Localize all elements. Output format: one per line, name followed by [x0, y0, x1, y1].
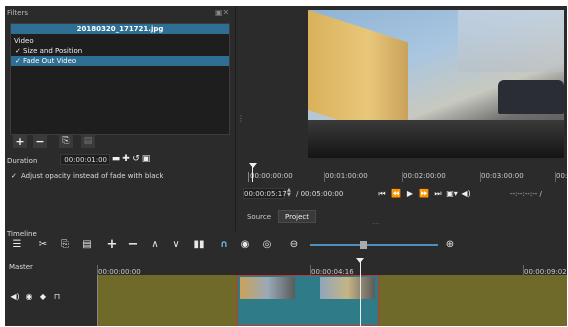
copy-icon[interactable]: ⎘	[58, 238, 72, 252]
ruler-label: 00:02:00:00	[403, 172, 446, 180]
mute-icon[interactable]: ◀)	[8, 292, 22, 302]
filters-panel: Filters ▣✕ 20180320_171721.jpg Video ✓ S…	[5, 6, 235, 231]
zoom-in-icon[interactable]: ⊕	[443, 238, 457, 252]
ruler-tick	[402, 172, 403, 182]
panel-divider[interactable]	[235, 6, 236, 231]
transport-controls: ⏮ ⏪ ▶ ⏩ ⏭ ▣▾ ◀)	[375, 188, 500, 200]
clip-thumbnail-image	[320, 277, 375, 299]
overwrite-icon[interactable]: ∨	[169, 238, 183, 252]
timeline-title: Timeline	[7, 230, 37, 238]
zoom-slider-handle[interactable]	[360, 241, 367, 249]
checkmark-icon[interactable]: ✓	[15, 47, 21, 55]
filter-list: 20180320_171721.jpg Video ✓ Size and Pos…	[10, 23, 230, 135]
ruler-label: 00:00:00:00	[250, 172, 293, 180]
video-track[interactable]	[97, 275, 567, 326]
lock-icon[interactable]: ⊓	[50, 292, 64, 302]
paste-filter-button[interactable]: ▤	[81, 135, 95, 148]
skip-to-end-icon[interactable]: ⏭	[431, 188, 445, 200]
zoom-slider[interactable]	[310, 244, 438, 246]
remove-filter-button[interactable]: −	[33, 135, 47, 148]
ruler-tick	[480, 172, 481, 182]
volume-icon[interactable]: ◀)	[459, 188, 473, 200]
filter-row[interactable]: ✓ Size and Position	[11, 46, 229, 56]
save-icon[interactable]: ▣	[141, 154, 151, 165]
ruler-tick	[248, 172, 249, 182]
rewind-icon[interactable]: ⏪	[389, 188, 403, 200]
play-icon[interactable]: ▶	[403, 188, 417, 200]
tab-source[interactable]: Source	[243, 211, 275, 223]
copy-filter-button[interactable]: ⎘	[59, 135, 73, 148]
ruler-tick	[555, 172, 556, 182]
cut-icon[interactable]: ✂	[36, 238, 50, 252]
tab-project[interactable]: Project	[278, 210, 316, 223]
dashboard-image	[308, 120, 564, 158]
ripple-icon[interactable]: ◎	[260, 238, 274, 252]
in-out-timecode: --:--:--:-- /	[510, 190, 542, 198]
timecode-spinner-icon[interactable]: ▲ ▼	[287, 188, 293, 199]
ruler-label: 00:03:00:00	[481, 172, 524, 180]
player-ruler[interactable]: 00:00:00:00 00:01:00:00 00:02:00:00 00:0…	[245, 163, 567, 186]
grid-toggle-icon[interactable]: ▣▾	[445, 188, 459, 200]
plus-icon[interactable]: ✚	[121, 154, 131, 165]
filter-label: Fade Out Video	[23, 57, 77, 65]
filters-panel-title: Filters	[7, 9, 28, 17]
duration-controls: ▬ ✚ ↺ ▣	[111, 154, 161, 165]
duration-label: Duration	[7, 157, 38, 165]
visibility-eye-icon[interactable]: ◉	[22, 292, 36, 302]
filter-category-label: Video	[14, 37, 34, 45]
menu-icon[interactable]: ☰	[10, 238, 24, 252]
track-header: ◀) ◉ ◆ ⊓	[5, 275, 97, 326]
ruler-label: 00:01:00:00	[325, 172, 368, 180]
checkmark-icon[interactable]: ✓	[15, 57, 21, 65]
snap-icon[interactable]: ∩	[217, 238, 231, 252]
ruler-tick	[310, 265, 311, 275]
track-header-master: Master	[9, 263, 33, 271]
zoom-out-icon[interactable]: ⊖	[287, 238, 301, 252]
current-timecode-field[interactable]: 00:00:05:17	[243, 188, 287, 199]
split-icon[interactable]: ▮▮	[192, 238, 206, 252]
splitter-handle[interactable]: ⋮	[237, 114, 245, 126]
ruler-tick	[97, 265, 98, 275]
shotcut-window: Filters ▣✕ 20180320_171721.jpg Video ✓ S…	[5, 6, 567, 326]
clip-left[interactable]	[97, 275, 237, 326]
playhead-marker-icon[interactable]	[249, 163, 257, 168]
fast-forward-icon[interactable]: ⏩	[417, 188, 431, 200]
clip-name-header: 20180320_171721.jpg	[11, 24, 229, 34]
timeline-playhead[interactable]	[360, 259, 361, 326]
timeline-ruler[interactable]: Master 00:00:00:00 00:00:04:16 00:00:09:…	[5, 259, 567, 276]
ruler-tick	[324, 172, 325, 182]
duration-field[interactable]: 00:00:01:00	[60, 154, 110, 165]
clip-thumbnail-image	[240, 277, 295, 299]
splitter-handle[interactable]: ····	[372, 222, 384, 228]
car-image	[498, 80, 564, 114]
composite-icon[interactable]: ◆	[36, 292, 50, 302]
total-timecode: / 00:05:00:00	[296, 190, 344, 198]
ruler-label: 00:0	[556, 172, 567, 180]
overlay-image	[458, 10, 564, 72]
append-icon[interactable]: +	[105, 238, 119, 252]
adjust-opacity-label: Adjust opacity instead of fade with blac…	[21, 172, 164, 180]
remove-icon[interactable]: −	[126, 238, 140, 252]
video-preview[interactable]	[308, 10, 564, 158]
timeline-toolbar: ☰ ✂ ⎘ ▤ + − ∧ ∨ ▮▮ ∩ ◉ ◎ ⊖ ⊕	[5, 238, 567, 255]
paste-icon[interactable]: ▤	[80, 238, 94, 252]
playhead-marker-icon[interactable]	[356, 258, 364, 263]
undo-icon[interactable]: ↺	[131, 154, 141, 165]
ruler-tick	[523, 265, 524, 275]
scrub-icon[interactable]: ◉	[238, 238, 252, 252]
track-controls: ◀) ◉ ◆ ⊓	[8, 292, 88, 302]
lift-icon[interactable]: ∧	[148, 238, 162, 252]
panel-float-close-icons[interactable]: ▣✕	[215, 8, 233, 17]
adjust-opacity-checkbox[interactable]: ✓	[11, 172, 17, 180]
add-filter-button[interactable]: +	[13, 135, 27, 148]
filter-label: Size and Position	[23, 47, 83, 55]
minus-icon[interactable]: ▬	[111, 154, 121, 165]
skip-to-start-icon[interactable]: ⏮	[375, 188, 389, 200]
filter-row-selected[interactable]: ✓ Fade Out Video	[11, 56, 229, 66]
clip-selected[interactable]	[237, 275, 379, 326]
